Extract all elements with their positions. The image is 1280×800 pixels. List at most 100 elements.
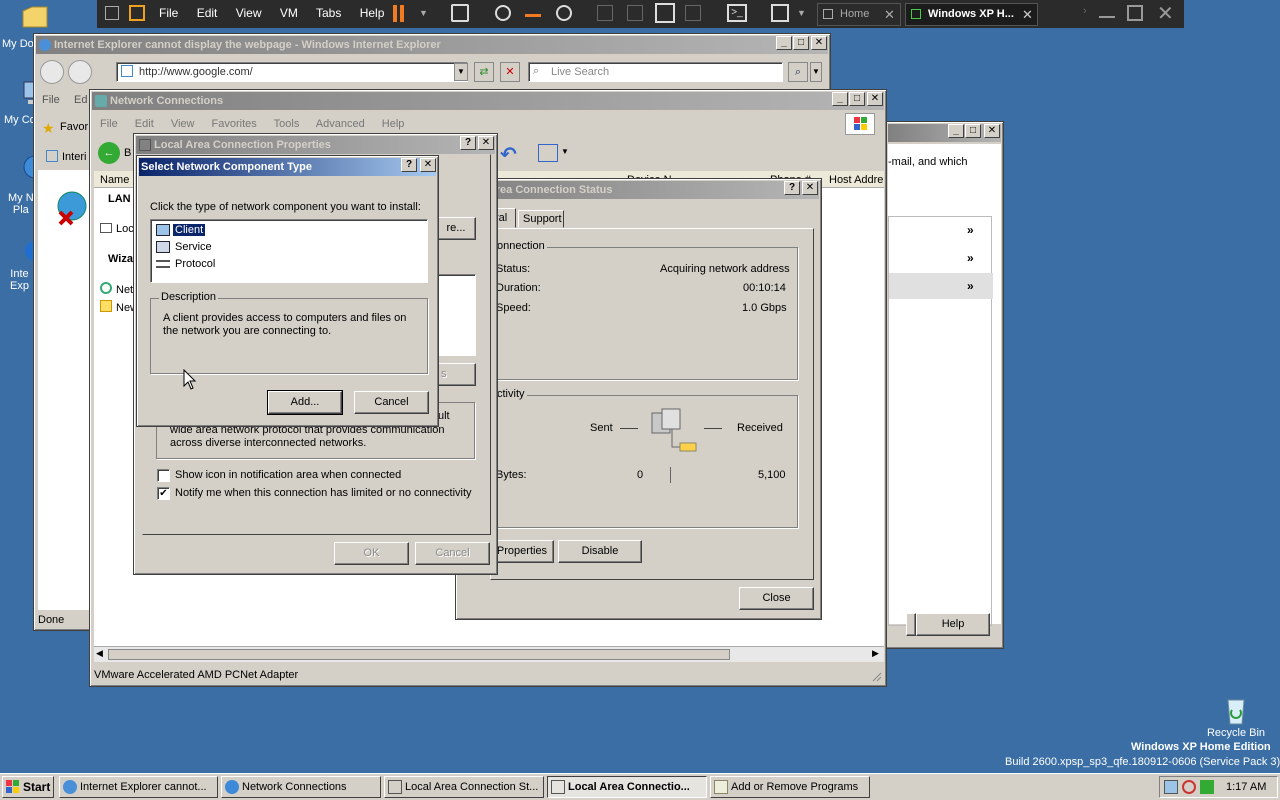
close-button[interactable]: ✕ — [984, 124, 1000, 138]
menu-vm[interactable]: VM — [280, 6, 298, 20]
close-tab-icon[interactable]: ✕ — [884, 4, 895, 25]
ok-button-fragment[interactable] — [906, 613, 916, 636]
close-icon[interactable]: ✕ — [1157, 1, 1174, 26]
component-type-list[interactable]: Client Service Protocol — [150, 219, 428, 283]
properties-button[interactable]: Properties — [490, 540, 554, 563]
back-button[interactable] — [40, 60, 64, 84]
scroll-thumb[interactable] — [108, 649, 730, 660]
menu-edit[interactable]: Edit — [197, 6, 218, 20]
undo-icon[interactable]: ↶ — [500, 142, 517, 167]
snapshot-manager-icon[interactable] — [556, 5, 572, 21]
help-title-button[interactable]: ? — [784, 181, 800, 195]
maximize-button[interactable]: □ — [965, 124, 981, 138]
cancel-button[interactable]: Cancel — [415, 542, 490, 565]
favorites-label[interactable]: Favor — [60, 121, 88, 133]
expand-icon[interactable]: » — [967, 279, 974, 293]
list-item-client[interactable]: Client — [154, 223, 207, 238]
pin-icon[interactable] — [105, 6, 119, 20]
console-icon[interactable]: >_ — [727, 4, 747, 22]
sidebar-toggle-icon[interactable] — [597, 5, 613, 21]
close-button[interactable]: ✕ — [867, 92, 883, 106]
taskbar-button-connection-status[interactable]: Local Area Connection St... — [384, 776, 544, 798]
address-bar[interactable]: http://www.google.com/ — [116, 62, 468, 82]
column-host-address[interactable]: Host Addre — [829, 174, 883, 186]
desktop-icon-recycle-bin[interactable]: Recycle Bin — [1200, 694, 1272, 739]
wizard-item-1[interactable]: Net — [116, 284, 133, 296]
disable-button[interactable]: Disable — [558, 540, 642, 563]
forward-button[interactable] — [68, 60, 92, 84]
menu-edit[interactable]: Edit — [135, 118, 154, 130]
minimize-button[interactable]: _ — [948, 124, 964, 138]
scroll-left-icon[interactable]: ◀ — [96, 648, 103, 659]
tab-scroll-icon[interactable]: › — [1083, 5, 1087, 17]
menu-tabs[interactable]: Tabs — [316, 6, 341, 20]
ie-tab-label[interactable]: Interi — [62, 151, 86, 163]
menu-favorites[interactable]: Favorites — [212, 118, 257, 130]
unity-icon[interactable] — [685, 5, 701, 21]
expand-icon[interactable]: » — [967, 223, 974, 237]
search-dropdown-icon[interactable]: ▼ — [810, 62, 822, 82]
menu-file[interactable]: File — [159, 6, 178, 20]
minimize-button[interactable]: _ — [832, 92, 848, 106]
thumbnail-toggle-icon[interactable] — [627, 5, 643, 21]
tab-support[interactable]: Support — [518, 210, 564, 228]
tab-home[interactable]: Home ✕ — [817, 3, 901, 26]
back-arrow-icon[interactable]: ← — [98, 142, 120, 164]
stretch-dropdown-icon[interactable]: ▼ — [797, 8, 806, 18]
menu-help[interactable]: Help — [382, 118, 405, 130]
revert-snapshot-icon[interactable] — [525, 14, 541, 17]
clock[interactable]: 1:17 AM — [1226, 781, 1266, 793]
taskbar-button-add-remove-programs[interactable]: Add or Remove Programs — [710, 776, 870, 798]
help-title-button[interactable]: ? — [401, 158, 417, 172]
menu-advanced[interactable]: Advanced — [316, 118, 365, 130]
search-input[interactable]: ⌕ Live Search — [528, 62, 783, 82]
maximize-button[interactable]: □ — [793, 36, 809, 50]
refresh-icon[interactable]: ⇄ — [474, 62, 494, 82]
horizontal-scrollbar[interactable]: ◀ ▶ — [94, 646, 884, 662]
help-title-button[interactable]: ? — [460, 136, 476, 150]
menu-view[interactable]: View — [236, 6, 262, 20]
taskbar-button-connection-properties[interactable]: Local Area Connectio... — [547, 776, 707, 798]
ok-button[interactable]: OK — [334, 542, 409, 565]
add-button[interactable]: Add... — [267, 390, 343, 415]
local-connection-item[interactable]: Loc — [116, 223, 134, 235]
print-icon[interactable] — [451, 4, 469, 22]
search-icon[interactable]: ⌕ — [788, 62, 808, 82]
taskbar-button-network-connections[interactable]: Network Connections — [221, 776, 381, 798]
favorites-star-icon[interactable]: ★ — [42, 120, 56, 136]
close-button[interactable]: ✕ — [420, 158, 436, 172]
help-button[interactable]: Help — [916, 613, 990, 636]
menu-tools[interactable]: Tools — [274, 118, 300, 130]
list-row-selected[interactable] — [889, 273, 993, 299]
ie-menu-edit[interactable]: Ed — [74, 94, 87, 106]
close-button[interactable]: ✕ — [811, 36, 827, 50]
fullscreen-icon[interactable] — [655, 3, 675, 23]
snapshot-icon[interactable] — [495, 5, 511, 21]
resize-grip-icon[interactable] — [870, 670, 882, 682]
program-list[interactable]: » » » — [888, 216, 993, 626]
address-dropdown-icon[interactable]: ▼ — [454, 63, 468, 81]
close-button[interactable]: ✕ — [478, 136, 494, 150]
start-button[interactable]: Start — [2, 776, 54, 798]
taskbar-button-ie[interactable]: Internet Explorer cannot... — [59, 776, 218, 798]
network-tray-icon[interactable] — [1164, 780, 1178, 794]
menu-file[interactable]: File — [100, 118, 118, 130]
views-dropdown-icon[interactable]: ▼ — [561, 147, 569, 156]
desktop-icon-my-documents[interactable]: My Do — [0, 2, 70, 50]
back-label[interactable]: B — [124, 147, 131, 159]
minimize-button[interactable]: _ — [776, 36, 792, 50]
security-alert-icon[interactable] — [1182, 780, 1196, 794]
ie-menu-file[interactable]: File — [42, 94, 60, 106]
pause-icon[interactable] — [393, 5, 397, 22]
close-tab-icon[interactable]: ✕ — [1022, 4, 1033, 25]
column-name[interactable]: Name — [100, 174, 129, 186]
menu-help[interactable]: Help — [360, 6, 385, 20]
maximize-icon[interactable] — [1127, 5, 1143, 21]
menu-view[interactable]: View — [171, 118, 195, 130]
list-item-protocol[interactable]: Protocol — [154, 257, 224, 272]
update-tray-icon[interactable] — [1200, 780, 1214, 794]
maximize-button[interactable]: □ — [849, 92, 865, 106]
cancel-button[interactable]: Cancel — [354, 391, 429, 414]
tab-windows-xp[interactable]: Windows XP H... ✕ — [905, 3, 1038, 26]
minimize-icon[interactable] — [1099, 16, 1115, 18]
